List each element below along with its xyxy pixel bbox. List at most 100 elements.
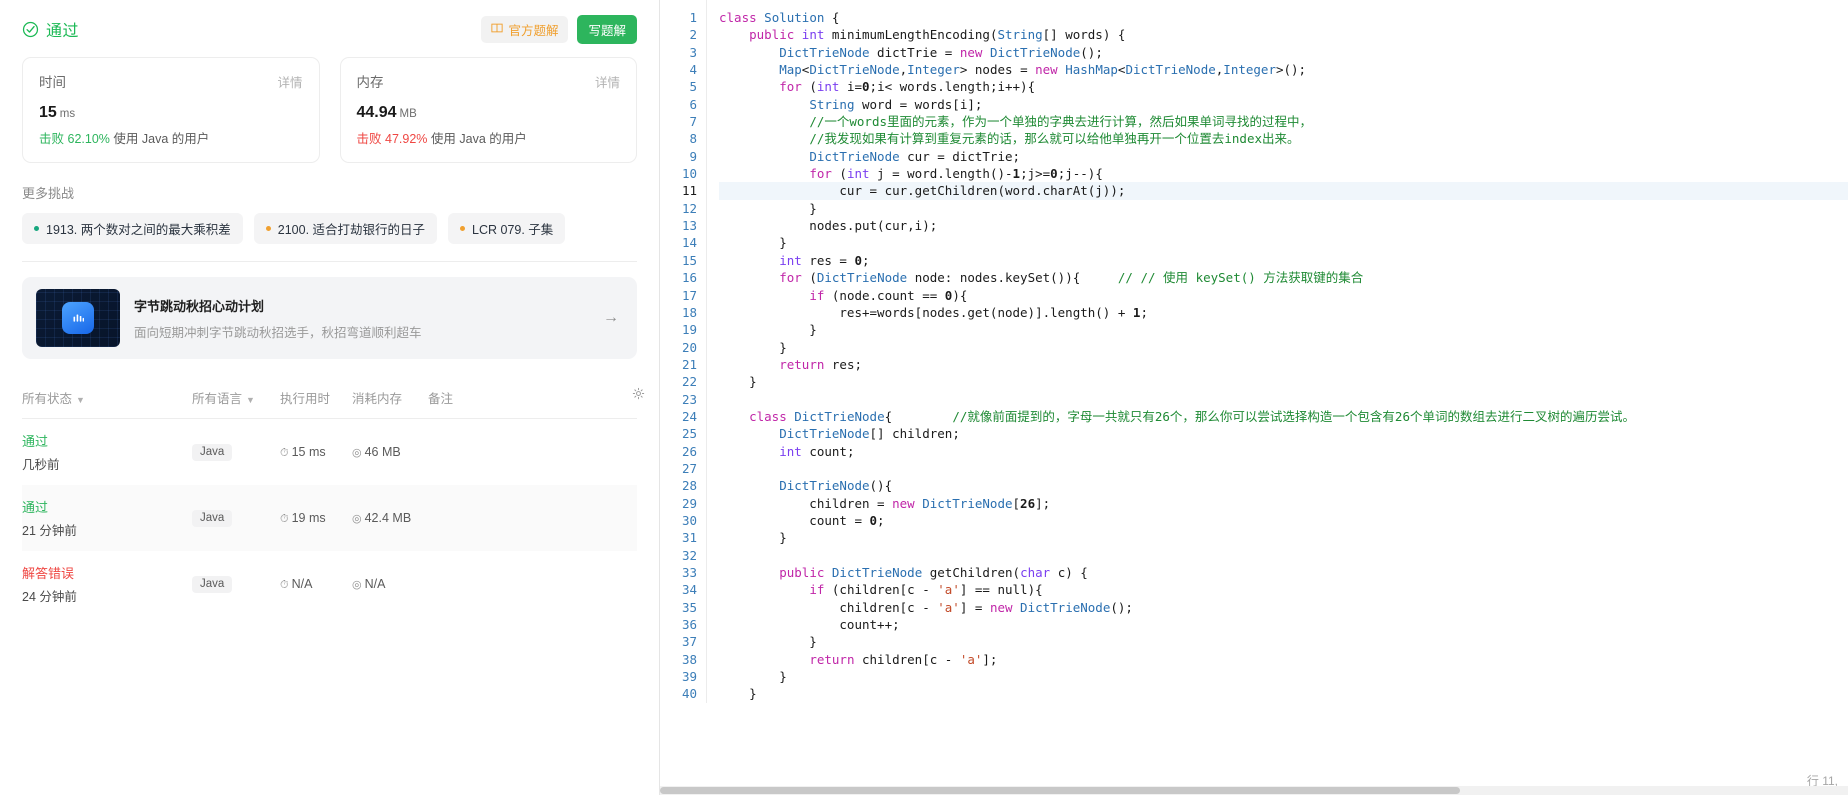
code-line[interactable]: int count; <box>719 443 1848 460</box>
line-number: 33 <box>681 565 697 580</box>
memory-card-title: 内存 <box>356 75 384 90</box>
code-line[interactable]: } <box>719 685 1848 702</box>
line-number: 23 <box>681 391 697 407</box>
runtime-beat: 击败 62.10% 使用 Java 的用户 <box>39 128 303 147</box>
code-line[interactable]: } <box>719 234 1848 251</box>
row-status-label[interactable]: 通过 <box>22 431 192 450</box>
line-number: 20 <box>681 339 697 355</box>
horizontal-scrollbar[interactable] <box>660 786 1848 795</box>
table-row[interactable]: 通过 几秒前 Java ⏱ 15 ms ◎ 46 MB <box>22 419 637 485</box>
code-line[interactable]: children[c - 'a'] = new DictTrieNode(); <box>719 599 1848 616</box>
code-line[interactable] <box>719 391 1848 408</box>
code-line[interactable]: count = 0; <box>719 512 1848 529</box>
code-line[interactable]: } <box>719 633 1848 650</box>
challenge-chip[interactable]: 2100. 适合打劫银行的日子 <box>253 213 438 244</box>
code-line[interactable]: class DictTrieNode{ //就像前面提到的，字母一共就只有26个… <box>719 408 1848 425</box>
line-number-gutter: 1 2 3 4 5 6 7 8 9 10 11 12 13 14 15 16 17 18 19 20 21 22 23 24 2… <box>660 0 706 703</box>
database-icon: ◎ <box>352 513 362 525</box>
memory-beat: 击败 47.92% 使用 Java 的用户 <box>357 128 621 147</box>
line-number: 19 <box>681 322 697 338</box>
line-number: 7 <box>689 114 697 130</box>
challenge-chip[interactable]: 1913. 两个数对之间的最大乘积差 <box>22 213 243 244</box>
table-row[interactable]: 通过 21 分钟前 Java ⏱ 19 ms ◎ 42.4 MB <box>22 485 637 551</box>
line-number: 21 <box>681 356 697 372</box>
column-header-status-label: 所有状态 <box>22 392 73 406</box>
code-line[interactable]: String word = words[i]; <box>719 96 1848 113</box>
write-solution-button[interactable]: 写题解 <box>577 14 637 44</box>
code-line[interactable]: DictTrieNode dictTrie = new DictTrieNode… <box>719 44 1848 61</box>
memory-beat-prefix: 击败 <box>356 132 382 146</box>
book-icon <box>491 22 504 36</box>
clock-icon: ⏱ <box>280 512 289 525</box>
code-line[interactable]: return res; <box>719 356 1848 373</box>
code-line[interactable]: } <box>719 339 1848 356</box>
column-header-memory: 消耗内存 <box>352 392 403 406</box>
official-solution-button[interactable]: 官方题解 <box>481 15 569 43</box>
code-line[interactable]: int res = 0; <box>719 252 1848 269</box>
code-line[interactable]: return children[c - 'a']; <box>719 651 1848 668</box>
clock-icon: ⏱ <box>280 446 289 459</box>
code-line[interactable]: DictTrieNode cur = dictTrie; <box>719 148 1848 165</box>
code-line[interactable]: Map<DictTrieNode,Integer> nodes = new Ha… <box>719 61 1848 78</box>
code-line[interactable]: DictTrieNode(){ <box>719 477 1848 494</box>
code-line[interactable]: //一个words里面的元素，作为一个单独的字典去进行计算，然后如果单词寻找的过… <box>719 113 1848 130</box>
code-line[interactable]: } <box>719 373 1848 390</box>
row-status-cell: 解答错误 24 分钟前 <box>22 563 192 605</box>
code-line[interactable]: } <box>719 668 1848 685</box>
row-status-label[interactable]: 通过 <box>22 497 192 516</box>
language-badge: Java <box>192 443 233 461</box>
clock-icon: ⏱ <box>280 578 289 591</box>
code-line[interactable]: nodes.put(cur,i); <box>719 217 1848 234</box>
runtime-detail-link[interactable]: 详情 <box>277 72 302 91</box>
column-header-language[interactable]: 所有语言 ▼ <box>192 388 280 407</box>
promo-subtitle: 面向短期冲刺字节跳动秋招选手，秋招弯道顺利超车 <box>134 325 422 340</box>
line-number: 32 <box>681 547 697 563</box>
challenge-chip[interactable]: LCR 079. 子集 <box>448 213 566 244</box>
runtime-card-header: 时间 详情 <box>39 71 303 91</box>
line-number: 27 <box>681 460 697 476</box>
promo-banner[interactable]: 字节跳动秋招心动计划 面向短期冲刺字节跳动秋招选手，秋招弯道顺利超车 → <box>22 277 637 359</box>
line-number: 24 <box>681 408 697 424</box>
code-line[interactable]: } <box>719 200 1848 217</box>
code-line[interactable]: public DictTrieNode getChildren(char c) … <box>719 564 1848 581</box>
challenge-label: 1913. 两个数对之间的最大乘积差 <box>46 223 231 237</box>
code-line[interactable]: //我发现如果有计算到重复元素的话，那么就可以给他单独再开一个位置去index出… <box>719 130 1848 147</box>
code-line[interactable]: } <box>719 529 1848 546</box>
code-line[interactable]: if (node.count == 0){ <box>719 287 1848 304</box>
code-line[interactable]: children = new DictTrieNode[26]; <box>719 495 1848 512</box>
table-row[interactable]: 解答错误 24 分钟前 Java ⏱ N/A ◎ N/A <box>22 551 637 617</box>
code-line[interactable] <box>719 460 1848 477</box>
code-line[interactable]: if (children[c - 'a'] == null){ <box>719 581 1848 598</box>
memory-detail-link[interactable]: 详情 <box>595 72 620 91</box>
arrow-right-icon[interactable]: → <box>603 309 623 327</box>
code-line[interactable] <box>719 547 1848 564</box>
code-line[interactable]: cur = cur.getChildren(word.charAt(j)); <box>719 182 1848 200</box>
status-group: 通过 <box>22 17 79 41</box>
row-language-cell: Java <box>192 509 280 527</box>
scrollbar-thumb[interactable] <box>660 787 1460 794</box>
line-number: 40 <box>681 686 697 702</box>
column-header-status[interactable]: 所有状态 ▼ <box>22 388 192 407</box>
gear-icon[interactable] <box>632 387 645 403</box>
memory-value: 44.94 <box>356 104 397 121</box>
code-line[interactable]: } <box>719 321 1848 338</box>
memory-beat-percent: 47.92% <box>385 132 428 146</box>
runtime-beat-suffix: 使用 Java 的用户 <box>113 132 210 146</box>
code-line[interactable]: DictTrieNode[] children; <box>719 425 1848 442</box>
code-line[interactable]: for (int j = word.length()-1;j>=0;j--){ <box>719 165 1848 182</box>
code-line[interactable]: class Solution { <box>719 9 1848 26</box>
submission-result-page: 通过 官方题解 写题解 时间 详情 15 ms 击败 62.10% 使用 Jav… <box>0 0 1848 795</box>
status-header: 通过 官方题解 写题解 <box>22 14 637 44</box>
row-memory-cell: ◎ N/A <box>352 577 428 591</box>
challenge-label: LCR 079. 子集 <box>472 223 554 237</box>
row-status-label[interactable]: 解答错误 <box>22 563 192 582</box>
code-line[interactable]: for (int i=0;i< words.length;i++){ <box>719 78 1848 95</box>
runtime-value-row: 15 ms <box>39 104 303 122</box>
database-icon: ◎ <box>352 447 362 459</box>
line-number: 30 <box>681 512 697 528</box>
code-line[interactable]: for (DictTrieNode node: nodes.keySet()){… <box>719 269 1848 286</box>
code-line[interactable]: res+=words[nodes.get(node)].length() + 1… <box>719 304 1848 321</box>
code-line[interactable]: public int minimumLengthEncoding(String[… <box>719 26 1848 43</box>
code-line[interactable]: count++; <box>719 616 1848 633</box>
code-content[interactable]: class Solution { public int minimumLengt… <box>707 0 1848 703</box>
